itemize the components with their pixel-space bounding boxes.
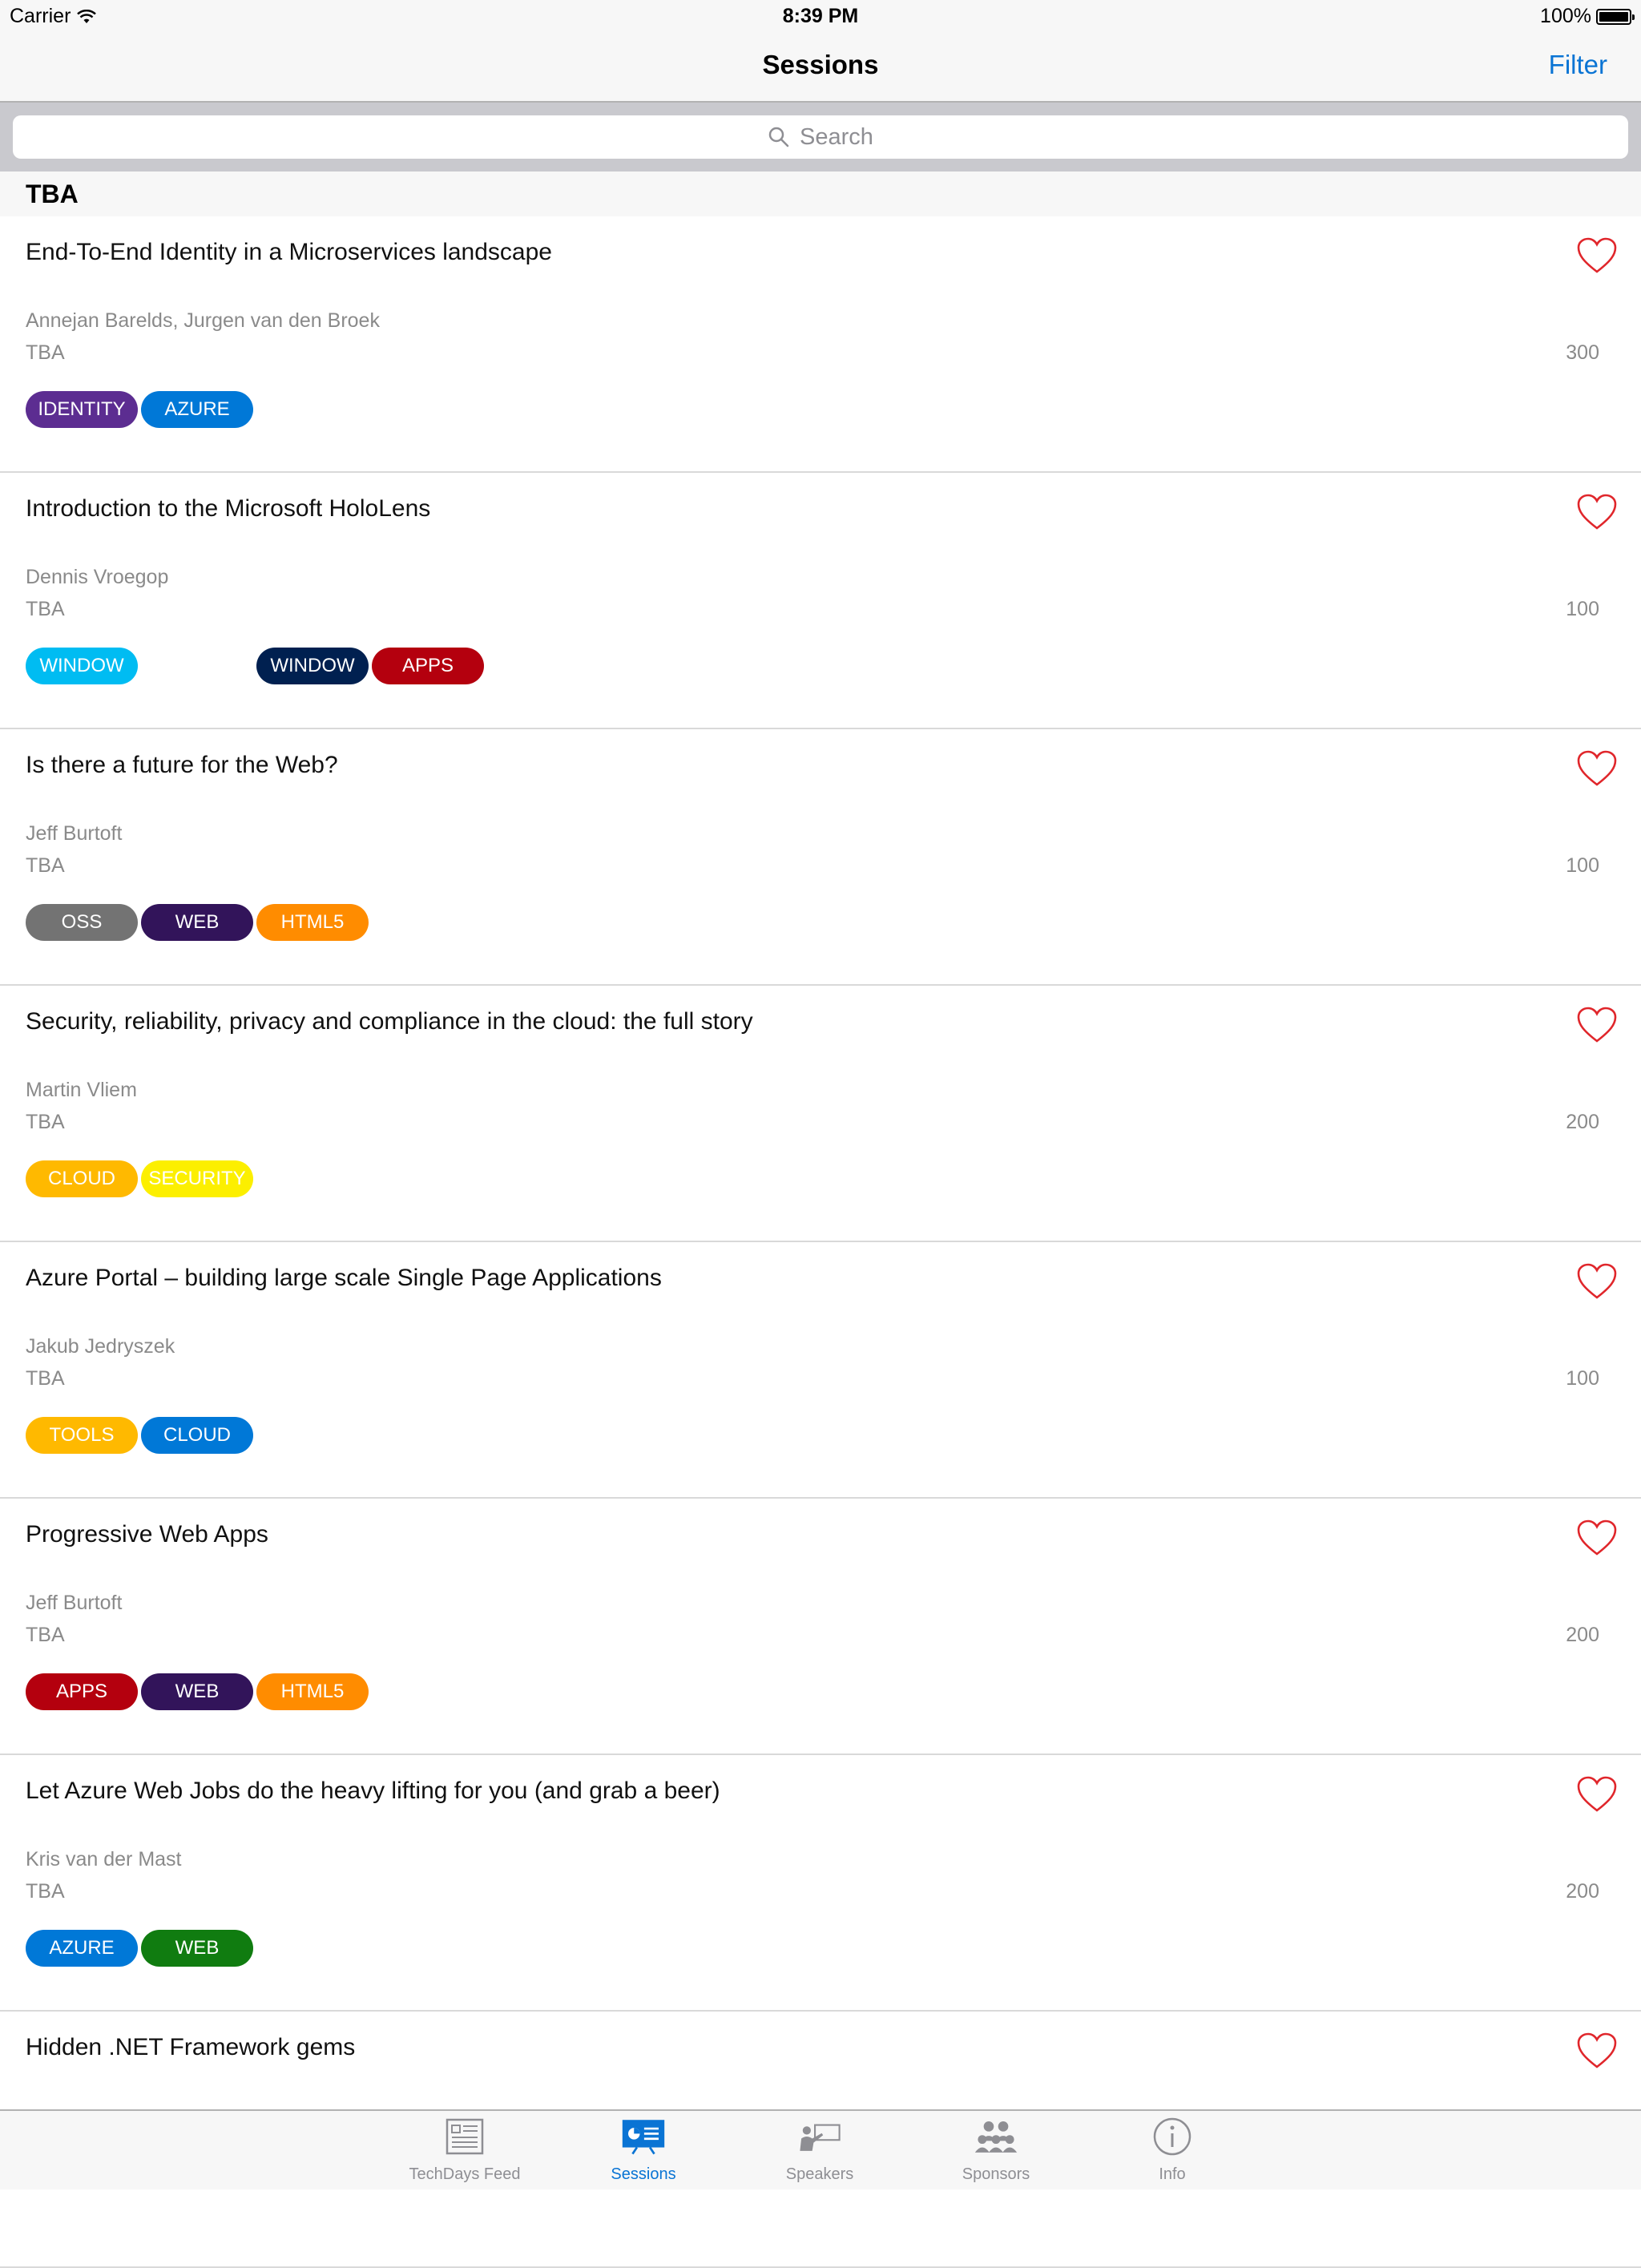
newspaper-icon (442, 2116, 487, 2157)
session-room: TBA (26, 1880, 65, 1903)
favorite-heart-icon[interactable] (1577, 494, 1617, 531)
session-title: Hidden .NET Framework gems (26, 2034, 356, 2060)
session-room: TBA (26, 598, 65, 620)
search-placeholder: Search (800, 123, 873, 150)
people-icon (974, 2116, 1018, 2157)
tab-sponsors[interactable]: Sponsors (924, 2116, 1068, 2184)
tab-label: TechDays Feed (409, 2165, 521, 2183)
favorite-heart-icon[interactable] (1577, 1007, 1617, 1043)
presentation-icon (621, 2116, 666, 2157)
session-level: 100 (1566, 1367, 1599, 1390)
clock: 8:39 PM (782, 5, 859, 27)
session-row[interactable]: Azure Portal – building large scale Sing… (0, 1242, 1641, 1499)
tag-badge: IDENTITY (26, 391, 138, 428)
session-speakers: Jeff Burtoft (26, 1592, 123, 1614)
info-icon (1150, 2116, 1195, 2157)
tab-label: Info (1159, 2165, 1186, 2183)
session-row[interactable]: Security, reliability, privacy and compl… (0, 986, 1641, 1242)
session-title: Security, reliability, privacy and compl… (26, 1008, 753, 1035)
tag-badge (141, 648, 253, 684)
session-speakers: Dennis Vroegop (26, 566, 169, 588)
page-title: Sessions (762, 50, 879, 79)
tag-badge: CLOUD (26, 1160, 138, 1197)
tag-badge: WEB (141, 904, 253, 941)
session-title: Let Azure Web Jobs do the heavy lifting … (26, 1778, 720, 1804)
session-speakers: Kris van der Mast (26, 1848, 182, 1870)
battery-percent: 100% (1540, 5, 1591, 27)
session-speakers: Martin Vliem (26, 1079, 137, 1101)
tag-badge: OSS (26, 904, 138, 941)
session-row[interactable]: Introduction to the Microsoft HoloLens De… (0, 473, 1641, 729)
tag-badge: AZURE (141, 391, 253, 428)
session-row[interactable]: Progressive Web Apps Jeff Burtoft TBA 200 AP… (0, 1499, 1641, 1755)
session-row[interactable]: End-To-End Identity in a Microservices l… (0, 216, 1641, 473)
tab-speakers[interactable]: Speakers (748, 2116, 892, 2184)
tag-badge: TOOLS (26, 1417, 138, 1454)
session-title: Introduction to the Microsoft HoloLens (26, 495, 431, 522)
tab-bar: TechDays Feed Sessions Speakers Sponsors Inf… (0, 2109, 1641, 2189)
tag-badge: WINDOW (256, 648, 369, 684)
favorite-heart-icon[interactable] (1577, 237, 1617, 274)
session-speakers: Jakub Jedryszek (26, 1335, 175, 1358)
tab-sessions[interactable]: Sessions (571, 2116, 716, 2184)
tag-badge: HTML5 (256, 1673, 369, 1710)
session-speakers: Jeff Burtoft (26, 822, 123, 845)
session-speakers: Annejan Barelds, Jurgen van den Broek (26, 309, 380, 332)
favorite-heart-icon[interactable] (1577, 1776, 1617, 1813)
favorite-heart-icon[interactable] (1577, 2032, 1617, 2069)
battery-icon (1596, 8, 1635, 25)
section-title: TBA (26, 180, 79, 208)
session-title: End-To-End Identity in a Microservices l… (26, 239, 552, 265)
session-title: Is there a future for the Web? (26, 752, 338, 778)
tag-badge: HTML5 (256, 904, 369, 941)
tag-badge: WEB (141, 1930, 253, 1967)
session-level: 100 (1566, 598, 1599, 620)
tag-badge: WINDOW (26, 648, 138, 684)
session-level: 200 (1566, 1880, 1599, 1903)
favorite-heart-icon[interactable] (1577, 750, 1617, 787)
search-icon (768, 127, 789, 147)
session-level: 100 (1566, 854, 1599, 877)
tab-label: Sponsors (962, 2165, 1030, 2183)
session-level: 200 (1566, 1624, 1599, 1646)
tab-label: Speakers (785, 2165, 854, 2183)
tab-techdays-feed[interactable]: TechDays Feed (393, 2116, 537, 2184)
filter-button[interactable]: Filter (1549, 50, 1607, 80)
session-room: TBA (26, 1367, 65, 1390)
session-row[interactable]: Let Azure Web Jobs do the heavy lifting … (0, 1755, 1641, 2012)
status-bar: Carrier 8:39 PM 100% (0, 0, 1641, 32)
session-title: Progressive Web Apps (26, 1521, 268, 1548)
search-input[interactable]: Search (13, 115, 1628, 159)
search-bar: Search (0, 103, 1641, 172)
session-level: 300 (1566, 341, 1599, 364)
session-title: Azure Portal – building large scale Sing… (26, 1265, 662, 1291)
tag-badge: APPS (26, 1673, 138, 1710)
tag-badge: APPS (372, 648, 484, 684)
session-row[interactable]: Is there a future for the Web? Jeff Burto… (0, 729, 1641, 986)
tab-label: Sessions (611, 2165, 676, 2183)
navigation-bar: Sessions Filter (0, 32, 1641, 103)
favorite-heart-icon[interactable] (1577, 1263, 1617, 1300)
tag-badge: AZURE (26, 1930, 138, 1967)
tab-info[interactable]: Info (1100, 2116, 1244, 2184)
section-header: TBA (0, 172, 1641, 216)
session-room: TBA (26, 1624, 65, 1646)
battery-indicator: 100% (1540, 5, 1635, 28)
speaker-icon (797, 2116, 842, 2157)
session-room: TBA (26, 341, 65, 364)
session-room: TBA (26, 1111, 65, 1133)
session-room: TBA (26, 854, 65, 877)
tag-badge: SECURITY (141, 1160, 253, 1197)
session-list: End-To-End Identity in a Microservices l… (0, 216, 1641, 2268)
favorite-heart-icon[interactable] (1577, 1519, 1617, 1556)
tag-badge: WEB (141, 1673, 253, 1710)
tag-badge: CLOUD (141, 1417, 253, 1454)
session-level: 200 (1566, 1111, 1599, 1133)
